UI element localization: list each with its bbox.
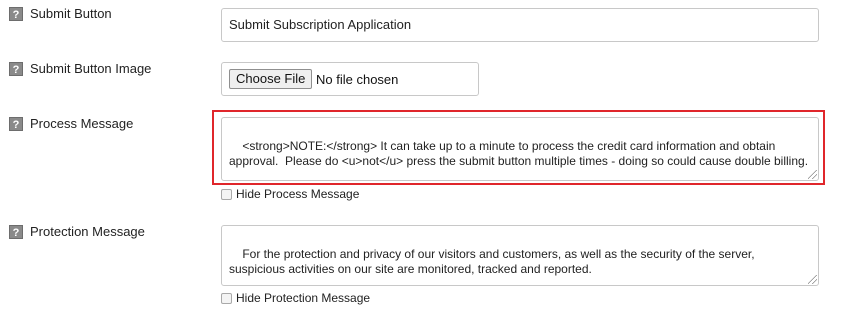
hide-process-message-checkbox[interactable]: [221, 189, 232, 200]
process-message-textarea[interactable]: <strong>NOTE:</strong> It can take up to…: [221, 117, 819, 181]
help-icon[interactable]: ?: [9, 7, 23, 21]
process-message-label: Process Message: [30, 116, 134, 131]
submit-button-image-label: Submit Button Image: [30, 61, 152, 76]
help-icon[interactable]: ?: [9, 62, 23, 76]
submit-button-text-input[interactable]: Submit Subscription Application: [221, 8, 819, 42]
help-icon[interactable]: ?: [9, 225, 23, 239]
hide-protection-message-checkbox[interactable]: [221, 293, 232, 304]
process-message-text: <strong>NOTE:</strong> It can take up to…: [229, 139, 809, 168]
protection-message-label: Protection Message: [30, 224, 145, 239]
resize-handle-icon[interactable]: [808, 275, 817, 284]
hide-protection-message-label[interactable]: Hide Protection Message: [236, 291, 370, 305]
protection-message-text: For the protection and privacy of our vi…: [229, 247, 758, 276]
file-input: Choose File No file chosen: [221, 62, 479, 96]
choose-file-button[interactable]: Choose File: [229, 69, 313, 89]
hide-process-message-label[interactable]: Hide Process Message: [236, 187, 359, 201]
file-status-text: No file chosen: [316, 72, 399, 87]
submit-button-label: Submit Button: [30, 6, 112, 21]
resize-handle-icon[interactable]: [808, 170, 817, 179]
protection-message-textarea[interactable]: For the protection and privacy of our vi…: [221, 225, 819, 286]
help-icon[interactable]: ?: [9, 117, 23, 131]
